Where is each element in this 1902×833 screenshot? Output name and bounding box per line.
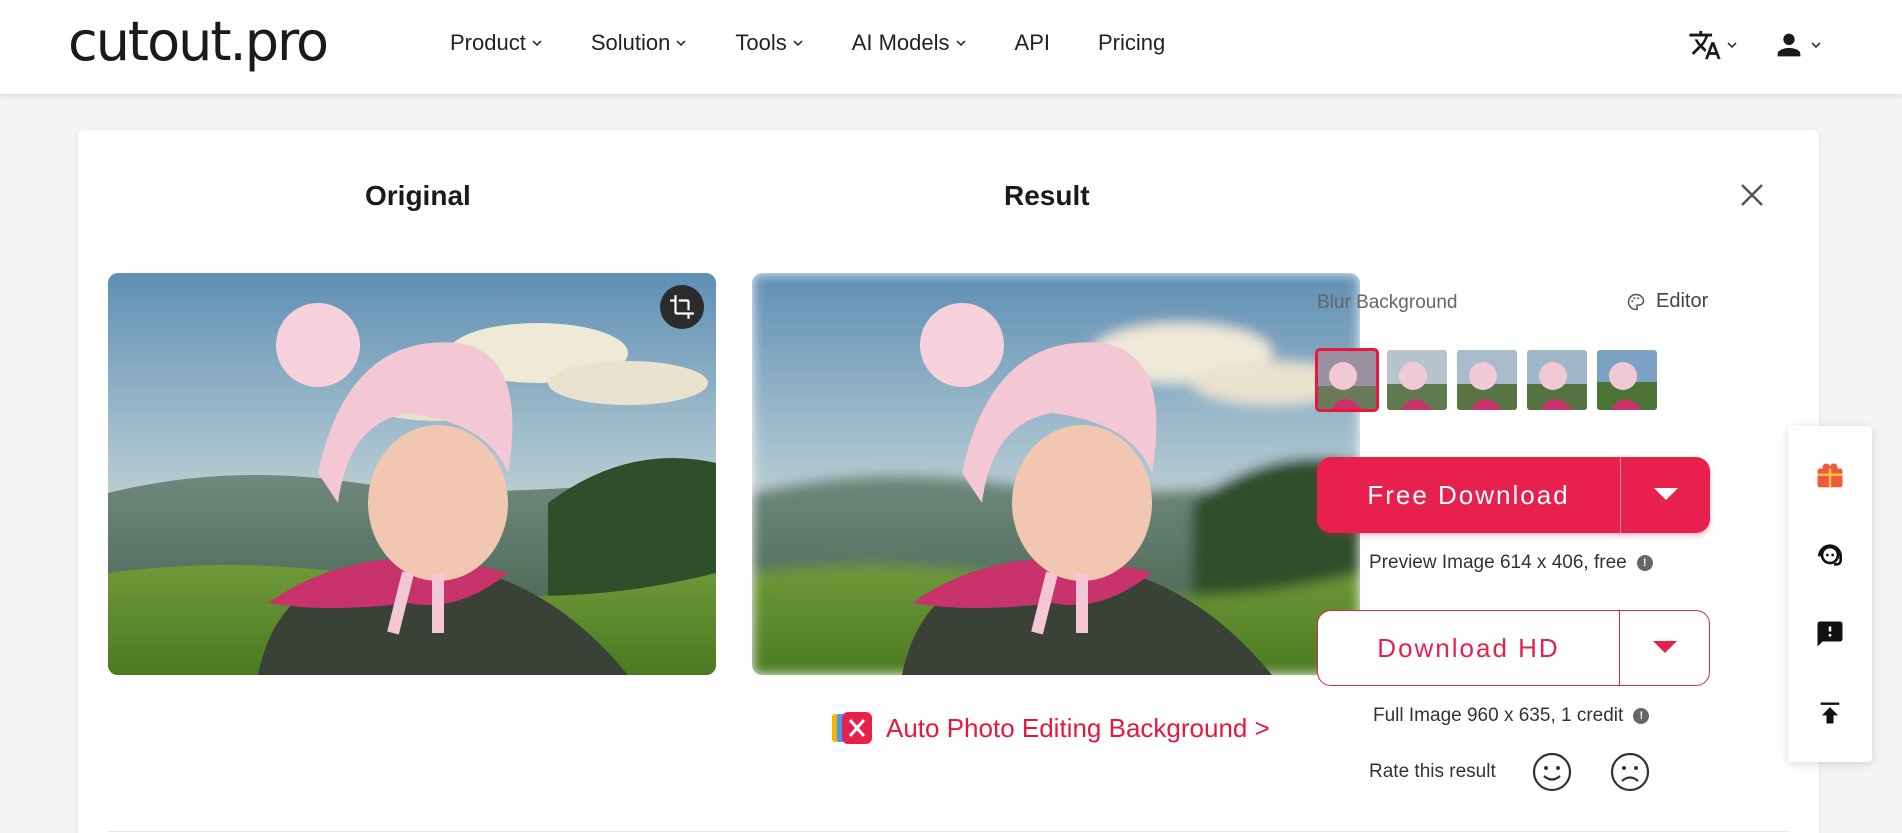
nav-ai-models-label: AI Models [851,30,950,55]
translate-icon [1689,30,1721,60]
palette-icon [1627,293,1645,310]
editor-link[interactable]: Editor [1626,290,1708,313]
user-icon [1777,33,1801,57]
chevron-down-icon [955,40,966,47]
editor-label: Editor [1656,290,1709,312]
blur-option-5[interactable] [1597,350,1657,410]
rating-row: Rate this result [1369,752,1650,792]
info-icon[interactable]: ! [1636,555,1653,571]
blur-thumbnails [1315,348,1657,412]
download-hd-label[interactable]: Download HD [1318,611,1619,685]
nav-product[interactable]: Product [450,30,543,56]
chevron-down-icon [793,40,803,47]
nav-product-label: Product [450,30,526,55]
auto-photo-editing-label: Auto Photo Editing Background > [886,712,1270,743]
rate-label: Rate this result [1369,761,1496,782]
original-title: Original [365,180,471,211]
nav-api-label: API [1014,30,1050,55]
nav-ai-models[interactable]: AI Models [852,30,967,56]
nav-solution-label: Solution [590,30,671,55]
support-button[interactable] [1812,537,1848,573]
feedback-button[interactable] [1812,616,1848,652]
chevron-down-icon [1811,42,1821,49]
nav-solution[interactable]: Solution [591,30,688,56]
auto-editing-app-icon [832,712,872,744]
frown-icon[interactable] [1610,752,1650,792]
download-hd-options[interactable] [1619,611,1709,685]
blur-option-4[interactable] [1527,350,1587,410]
back-to-top-icon [1820,702,1840,723]
account-menu[interactable] [1772,28,1822,62]
feedback-icon [1817,621,1843,646]
close-icon[interactable] [1737,180,1767,210]
nav-pricing[interactable]: Pricing [1098,30,1165,56]
blur-option-3[interactable] [1457,350,1517,410]
crop-button[interactable] [660,285,704,329]
free-download-options[interactable] [1620,457,1710,533]
caret-down-icon [1652,641,1677,653]
result-image [752,273,1360,675]
chevron-down-icon [676,40,686,47]
blur-option-2[interactable] [1387,350,1447,410]
download-hd-button[interactable]: Download HD [1317,610,1710,686]
nav-api[interactable]: API [1015,30,1050,56]
free-download-button[interactable]: Free Download [1317,457,1710,533]
caret-down-icon [1653,488,1678,500]
gift-button[interactable] [1812,458,1848,494]
auto-photo-editing-link[interactable]: Auto Photo Editing Background > [832,712,1270,744]
gift-icon [1817,462,1843,487]
nav-tools-label: Tools [735,30,787,55]
result-title: Result [1004,180,1090,211]
back-to-top-button[interactable] [1812,695,1848,731]
effect-title: Blur Background [1317,292,1458,313]
free-download-label[interactable]: Free Download [1317,457,1620,533]
main-nav: Product Solution Tools AI Models API Pri… [450,30,1213,56]
nav-pricing-label: Pricing [1098,30,1166,55]
full-image-info: Full Image 960 x 635, 1 credit ! [1373,705,1650,727]
header-right [1688,28,1822,62]
preview-info-text: Preview Image 614 x 406, free [1369,552,1627,573]
smile-icon[interactable] [1532,752,1572,792]
blur-option-1[interactable] [1315,348,1379,412]
top-header: cutout.pro Product Solution Tools AI Mod… [0,0,1902,94]
nav-tools[interactable]: Tools [735,30,803,56]
result-card: Original Result Auto Photo Editing Backg… [78,130,1819,833]
logo[interactable]: cutout.pro [68,10,329,73]
floating-toolbar [1788,426,1872,762]
chevron-down-icon [1727,42,1737,49]
language-switcher[interactable] [1688,28,1738,62]
full-info-text: Full Image 960 x 635, 1 credit [1373,705,1624,726]
original-image [108,273,716,675]
chevron-down-icon [532,40,542,47]
divider [108,831,1789,832]
info-icon[interactable]: ! [1633,708,1650,724]
preview-info: Preview Image 614 x 406, free ! [1369,552,1653,574]
crop-icon [670,295,694,319]
support-agent-icon [1818,543,1842,566]
